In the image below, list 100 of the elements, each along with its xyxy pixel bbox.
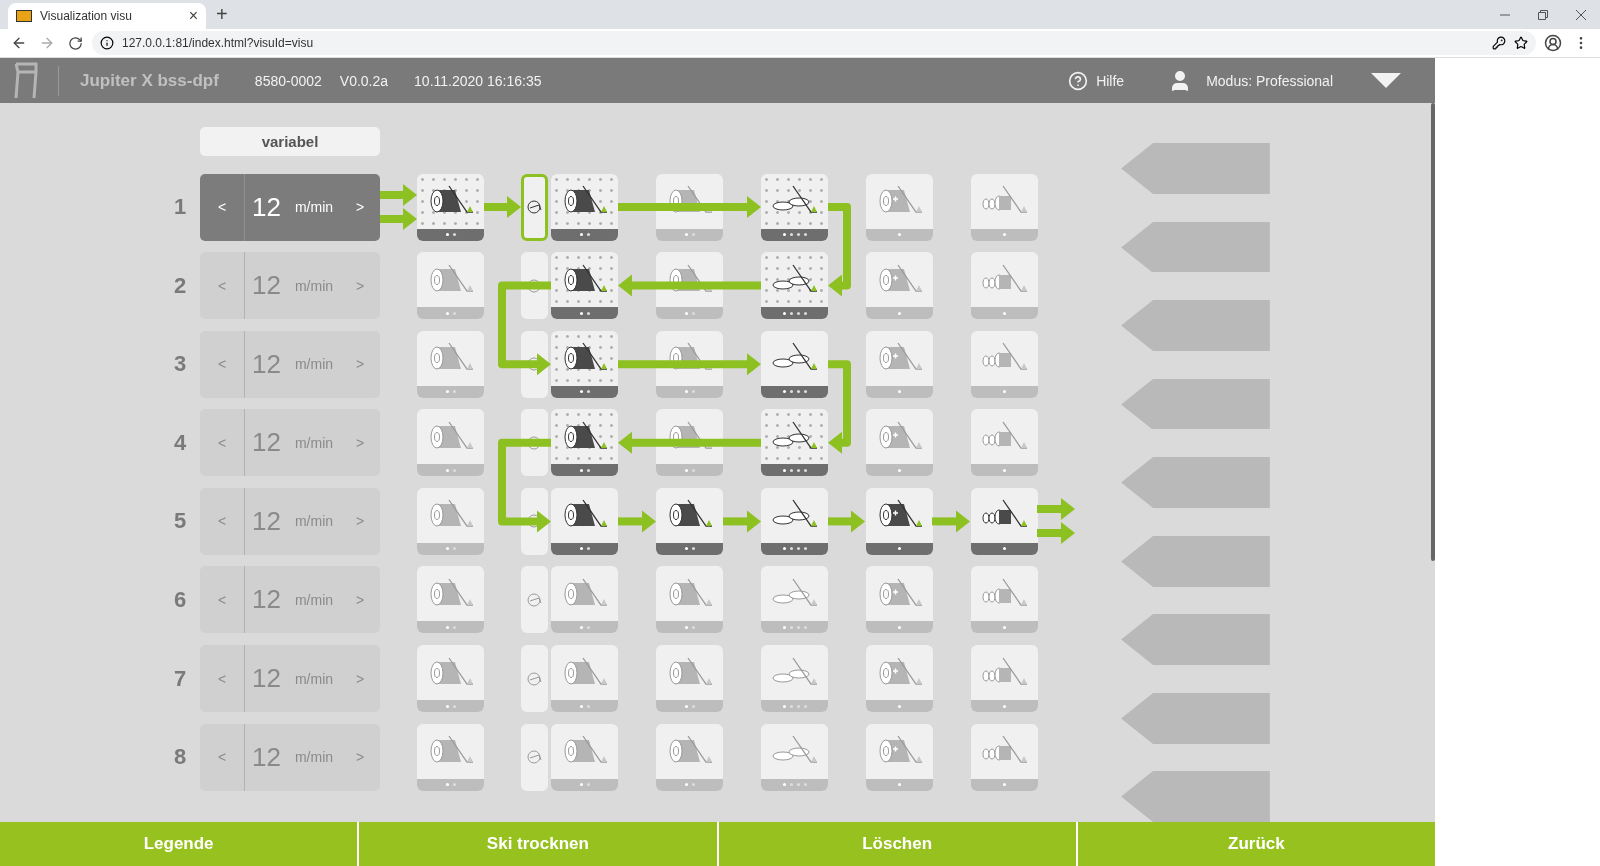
station-tile[interactable] xyxy=(761,252,828,320)
speed-panel[interactable]: < 12 m/min > xyxy=(200,252,380,320)
station-tile[interactable] xyxy=(971,409,1038,477)
decrease-button[interactable]: < xyxy=(200,645,245,713)
station-tile[interactable] xyxy=(761,645,828,713)
increase-button[interactable]: > xyxy=(340,330,380,398)
key-icon[interactable] xyxy=(1492,36,1506,50)
url-text: 127.0.0.1:81/index.html?visuId=visu xyxy=(122,36,315,50)
info-icon xyxy=(100,36,114,50)
station-tile[interactable] xyxy=(551,330,618,398)
station-tile[interactable] xyxy=(971,330,1038,398)
station-tile[interactable] xyxy=(656,487,723,555)
station-tile[interactable] xyxy=(656,645,723,713)
speed-panel[interactable]: < 12 m/min > xyxy=(200,173,380,241)
station-tile[interactable] xyxy=(417,487,484,555)
speed-value: 12 xyxy=(252,270,281,302)
station-tile[interactable] xyxy=(866,487,933,555)
station-tile[interactable] xyxy=(761,723,828,791)
decrease-button[interactable]: < xyxy=(200,487,245,555)
decrease-button[interactable]: < xyxy=(200,252,245,320)
station-tile[interactable] xyxy=(866,330,933,398)
account-button[interactable] xyxy=(1542,32,1564,54)
speed-panel[interactable]: < 12 m/min > xyxy=(200,723,380,791)
help-icon xyxy=(1068,70,1089,91)
row-number: 4 xyxy=(172,429,188,456)
scrollbar-thumb[interactable] xyxy=(1431,103,1435,561)
station-tile[interactable] xyxy=(971,566,1038,634)
station-tile[interactable] xyxy=(761,330,828,398)
decrease-button[interactable]: < xyxy=(200,566,245,634)
help-button[interactable]: Hilfe xyxy=(1068,70,1125,91)
speed-panel[interactable]: < 12 m/min > xyxy=(200,487,380,555)
increase-button[interactable]: > xyxy=(340,487,380,555)
speed-panel[interactable]: < 12 m/min > xyxy=(200,330,380,398)
station-tile[interactable] xyxy=(417,252,484,320)
bookmark-star-icon[interactable] xyxy=(1514,36,1528,50)
version-text: V0.0.2a xyxy=(339,72,389,89)
station-tile[interactable] xyxy=(866,252,933,320)
station-tile[interactable] xyxy=(551,487,618,555)
station-tile[interactable] xyxy=(551,409,618,477)
address-field[interactable]: 127.0.0.1:81/index.html?visuId=visu xyxy=(92,31,1536,55)
footer-button[interactable]: Zurück xyxy=(1077,822,1435,866)
station-tile[interactable] xyxy=(656,723,723,791)
station-tile[interactable] xyxy=(866,409,933,477)
speed-panel[interactable]: < 12 m/min > xyxy=(200,566,380,634)
decrease-button[interactable]: < xyxy=(200,330,245,398)
station-tile[interactable] xyxy=(551,723,618,791)
station-tile[interactable] xyxy=(971,723,1038,791)
tile-status-bar xyxy=(866,228,933,241)
browser-tab[interactable]: Visualization visu × xyxy=(8,3,206,29)
dropdown-button[interactable] xyxy=(1371,72,1401,89)
increase-button[interactable]: > xyxy=(340,566,380,634)
increase-button[interactable]: > xyxy=(340,409,380,477)
station-tile[interactable] xyxy=(551,645,618,713)
splice-tile[interactable] xyxy=(521,566,548,634)
station-tile[interactable] xyxy=(761,487,828,555)
station-tile[interactable] xyxy=(761,409,828,477)
speed-unit: m/min xyxy=(294,199,334,215)
footer-button[interactable]: Legende xyxy=(0,822,358,866)
station-tile[interactable] xyxy=(866,723,933,791)
station-tile[interactable] xyxy=(866,173,933,241)
station-tile[interactable] xyxy=(971,487,1038,555)
station-tile[interactable] xyxy=(417,330,484,398)
increase-button[interactable]: > xyxy=(340,173,380,241)
station-tile[interactable] xyxy=(866,566,933,634)
decrease-button[interactable]: < xyxy=(200,723,245,791)
station-tile[interactable] xyxy=(971,645,1038,713)
station-tile[interactable] xyxy=(551,252,618,320)
new-tab-button[interactable]: + xyxy=(216,3,228,24)
splice-tile[interactable] xyxy=(521,645,548,713)
tile-status-bar xyxy=(551,621,618,634)
increase-button[interactable]: > xyxy=(340,645,380,713)
station-tile[interactable] xyxy=(417,173,484,241)
station-tile[interactable] xyxy=(971,173,1038,241)
station-tile[interactable] xyxy=(971,252,1038,320)
tab-close-button[interactable]: × xyxy=(188,8,198,24)
mode-button[interactable]: Modus: Professional xyxy=(1168,68,1333,93)
increase-button[interactable]: > xyxy=(340,252,380,320)
splice-tile[interactable] xyxy=(521,173,548,241)
station-tile[interactable] xyxy=(656,566,723,634)
increase-button[interactable]: > xyxy=(340,723,380,791)
station-tile[interactable] xyxy=(761,566,828,634)
caret-icon xyxy=(1371,72,1401,89)
speed-unit: m/min xyxy=(294,356,334,373)
footer-button[interactable]: Löschen xyxy=(718,822,1076,866)
station-tile[interactable] xyxy=(866,645,933,713)
station-tile[interactable] xyxy=(417,409,484,477)
station-tile[interactable] xyxy=(551,173,618,241)
station-tile[interactable] xyxy=(417,723,484,791)
flow-arrow xyxy=(618,510,656,533)
station-tile[interactable] xyxy=(417,645,484,713)
footer-button[interactable]: Ski trocknen xyxy=(359,822,717,866)
speed-panel[interactable]: < 12 m/min > xyxy=(200,645,380,713)
speed-unit: m/min xyxy=(294,277,334,294)
station-tile[interactable] xyxy=(551,566,618,634)
decrease-button[interactable]: < xyxy=(200,409,245,477)
station-tile[interactable] xyxy=(761,173,828,241)
speed-panel[interactable]: < 12 m/min > xyxy=(200,409,380,477)
decrease-button[interactable]: < xyxy=(200,173,245,241)
splice-tile[interactable] xyxy=(521,723,548,791)
station-tile[interactable] xyxy=(417,566,484,634)
